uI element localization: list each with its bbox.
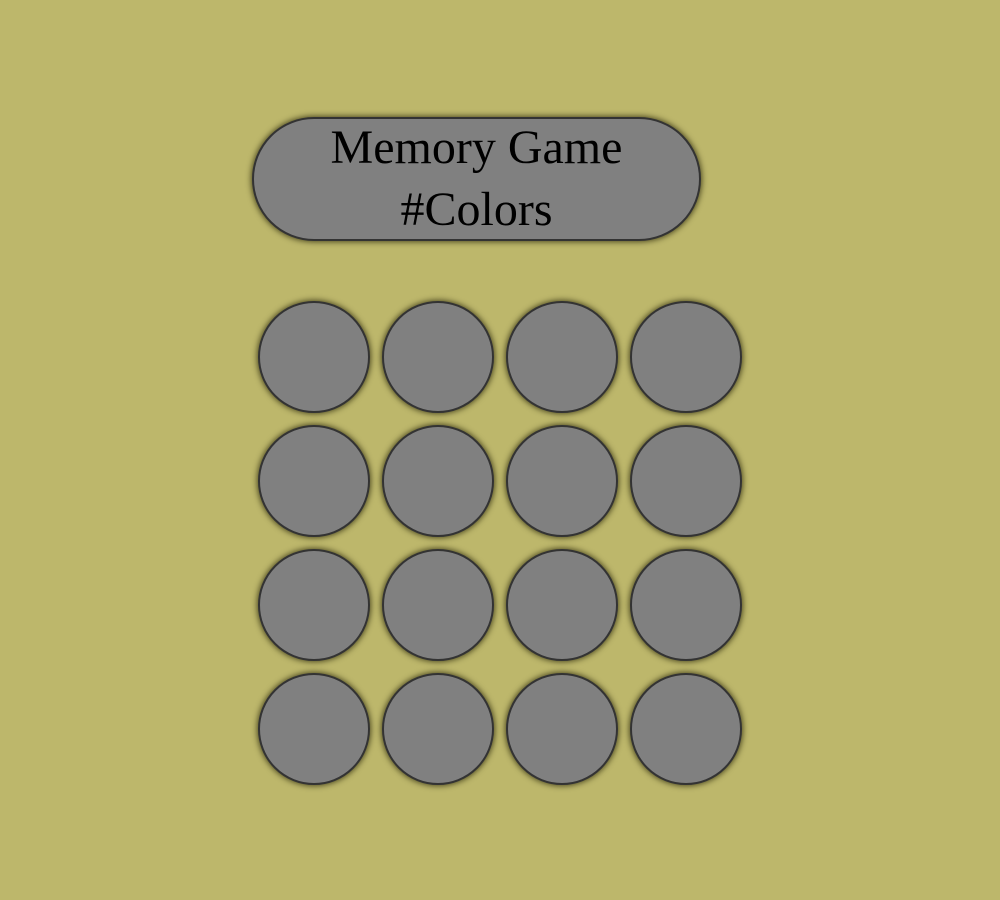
memory-tile[interactable] bbox=[258, 549, 370, 661]
memory-tile[interactable] bbox=[506, 673, 618, 785]
memory-tile[interactable] bbox=[630, 673, 742, 785]
game-title: Memory Game bbox=[330, 121, 623, 174]
memory-tile[interactable] bbox=[382, 301, 494, 413]
memory-tile[interactable] bbox=[506, 549, 618, 661]
game-title-banner: Memory Game #Colors bbox=[252, 117, 701, 241]
memory-tile[interactable] bbox=[506, 301, 618, 413]
memory-tile[interactable] bbox=[258, 301, 370, 413]
memory-board bbox=[258, 301, 742, 785]
game-subtitle: #Colors bbox=[400, 183, 553, 236]
memory-tile[interactable] bbox=[630, 549, 742, 661]
memory-tile[interactable] bbox=[382, 673, 494, 785]
memory-tile[interactable] bbox=[382, 549, 494, 661]
memory-tile[interactable] bbox=[630, 301, 742, 413]
memory-tile[interactable] bbox=[630, 425, 742, 537]
memory-tile[interactable] bbox=[258, 425, 370, 537]
memory-tile[interactable] bbox=[258, 673, 370, 785]
memory-tile[interactable] bbox=[506, 425, 618, 537]
memory-tile[interactable] bbox=[382, 425, 494, 537]
